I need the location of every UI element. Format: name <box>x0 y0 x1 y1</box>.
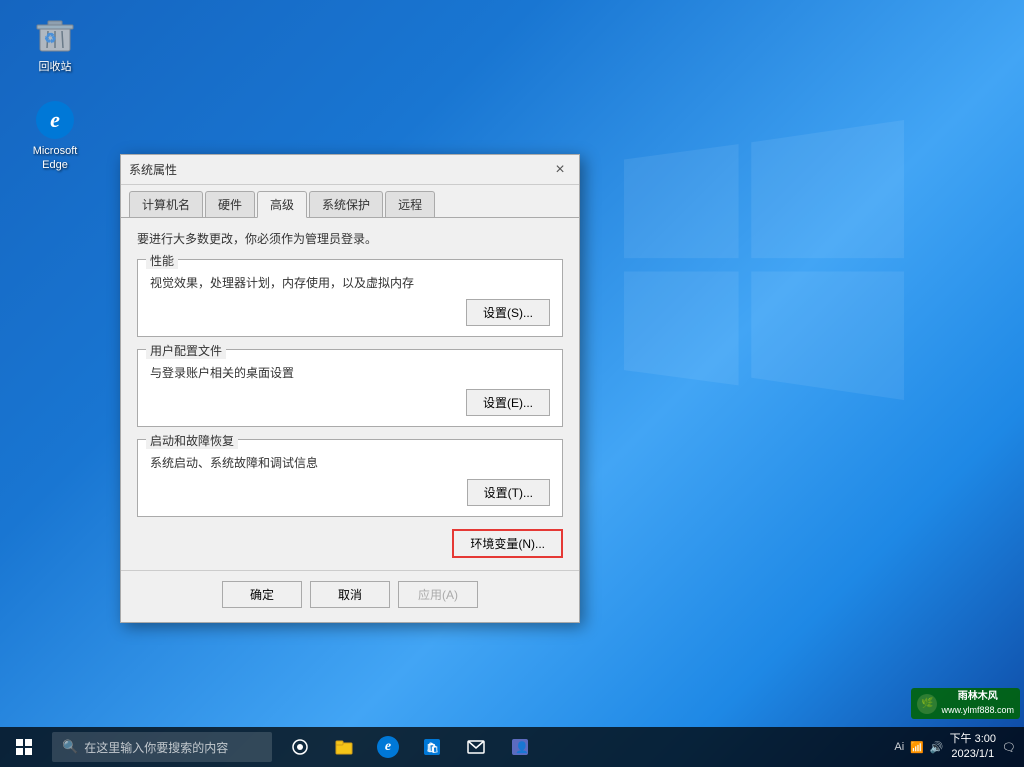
cancel-button[interactable]: 取消 <box>310 581 390 608</box>
environment-variables-button[interactable]: 环境变量(N)... <box>452 529 563 558</box>
watermark: 🌿 雨林木风 www.ylmf888.com <box>911 688 1020 719</box>
unknown-taskbar-button[interactable]: 👤 <box>500 727 540 767</box>
performance-section: 性能 视觉效果，处理器计划，内存使用，以及虚拟内存 设置(S)... <box>137 259 563 337</box>
start-button[interactable] <box>0 727 48 767</box>
taskbar-search-text: 在这里输入你要搜索的内容 <box>84 739 228 756</box>
tray-notification-icon[interactable]: 🗨 <box>1002 741 1016 754</box>
performance-desc: 视觉效果，处理器计划，内存使用，以及虚拟内存 <box>150 274 550 291</box>
tray-volume-icon[interactable]: 🔊 <box>930 741 944 754</box>
tab-hardware[interactable]: 硬件 <box>205 191 255 217</box>
dialog-content: 要进行大多数更改，你必须作为管理员登录。 性能 视觉效果，处理器计划，内存使用，… <box>121 217 579 570</box>
tray-network-icon[interactable]: 📶 <box>910 741 924 754</box>
tab-computer-name[interactable]: 计算机名 <box>129 191 203 217</box>
desktop: ♻ 回收站 e Microsoft Edge 系统属性 × 计算机名 硬件 高级… <box>0 0 1024 767</box>
taskbar-tray: Ai 📶 🔊 下午 3:00 2023/1/1 🗨 <box>894 732 1024 763</box>
user-profiles-desc: 与登录账户相关的桌面设置 <box>150 364 550 381</box>
taskbar-middle-icons: e 🛍 👤 <box>280 727 540 767</box>
dialog-note: 要进行大多数更改，你必须作为管理员登录。 <box>137 230 563 247</box>
dialog-title: 系统属性 <box>129 161 549 178</box>
startup-recovery-settings-button[interactable]: 设置(T)... <box>467 479 550 506</box>
taskbar: 🔍 在这里输入你要搜索的内容 e <box>0 727 1024 767</box>
svg-text:👤: 👤 <box>515 741 529 754</box>
performance-label: 性能 <box>146 252 178 269</box>
startup-recovery-section: 启动和故障恢复 系统启动、系统故障和调试信息 设置(T)... <box>137 439 563 517</box>
dialog-footer: 确定 取消 应用(A) <box>121 570 579 622</box>
watermark-logo: 🌿 雨林木风 www.ylmf888.com <box>917 690 1014 717</box>
tray-clock[interactable]: 下午 3:00 2023/1/1 <box>950 732 996 763</box>
tray-text: Ai <box>894 741 904 753</box>
user-profiles-settings-button[interactable]: 设置(E)... <box>466 389 550 416</box>
tab-advanced[interactable]: 高级 <box>257 191 307 218</box>
dialog-tabs: 计算机名 硬件 高级 系统保护 远程 <box>121 185 579 217</box>
tab-system-protection[interactable]: 系统保护 <box>309 191 383 217</box>
tab-remote[interactable]: 远程 <box>385 191 435 217</box>
performance-settings-button[interactable]: 设置(S)... <box>466 299 550 326</box>
file-explorer-taskbar-button[interactable] <box>324 727 364 767</box>
taskbar-search-icon: 🔍 <box>62 739 78 755</box>
edge-taskbar-button[interactable]: e <box>368 727 408 767</box>
taskbar-search[interactable]: 🔍 在这里输入你要搜索的内容 <box>52 732 272 762</box>
dialog-titlebar: 系统属性 × <box>121 155 579 185</box>
user-profiles-section: 用户配置文件 与登录账户相关的桌面设置 设置(E)... <box>137 349 563 427</box>
ok-button[interactable]: 确定 <box>222 581 302 608</box>
user-profiles-label: 用户配置文件 <box>146 342 226 359</box>
dialog-overlay: 系统属性 × 计算机名 硬件 高级 系统保护 远程 要进行大多数更改，你必须作为… <box>0 0 1024 727</box>
system-properties-dialog: 系统属性 × 计算机名 硬件 高级 系统保护 远程 要进行大多数更改，你必须作为… <box>120 154 580 623</box>
task-view-button[interactable] <box>280 727 320 767</box>
store-taskbar-button[interactable]: 🛍 <box>412 727 452 767</box>
mail-taskbar-button[interactable] <box>456 727 496 767</box>
svg-text:🛍: 🛍 <box>426 742 439 754</box>
dialog-close-button[interactable]: × <box>549 159 571 181</box>
startup-recovery-desc: 系统启动、系统故障和调试信息 <box>150 454 550 471</box>
apply-button[interactable]: 应用(A) <box>398 581 478 608</box>
startup-recovery-label: 启动和故障恢复 <box>146 432 238 449</box>
